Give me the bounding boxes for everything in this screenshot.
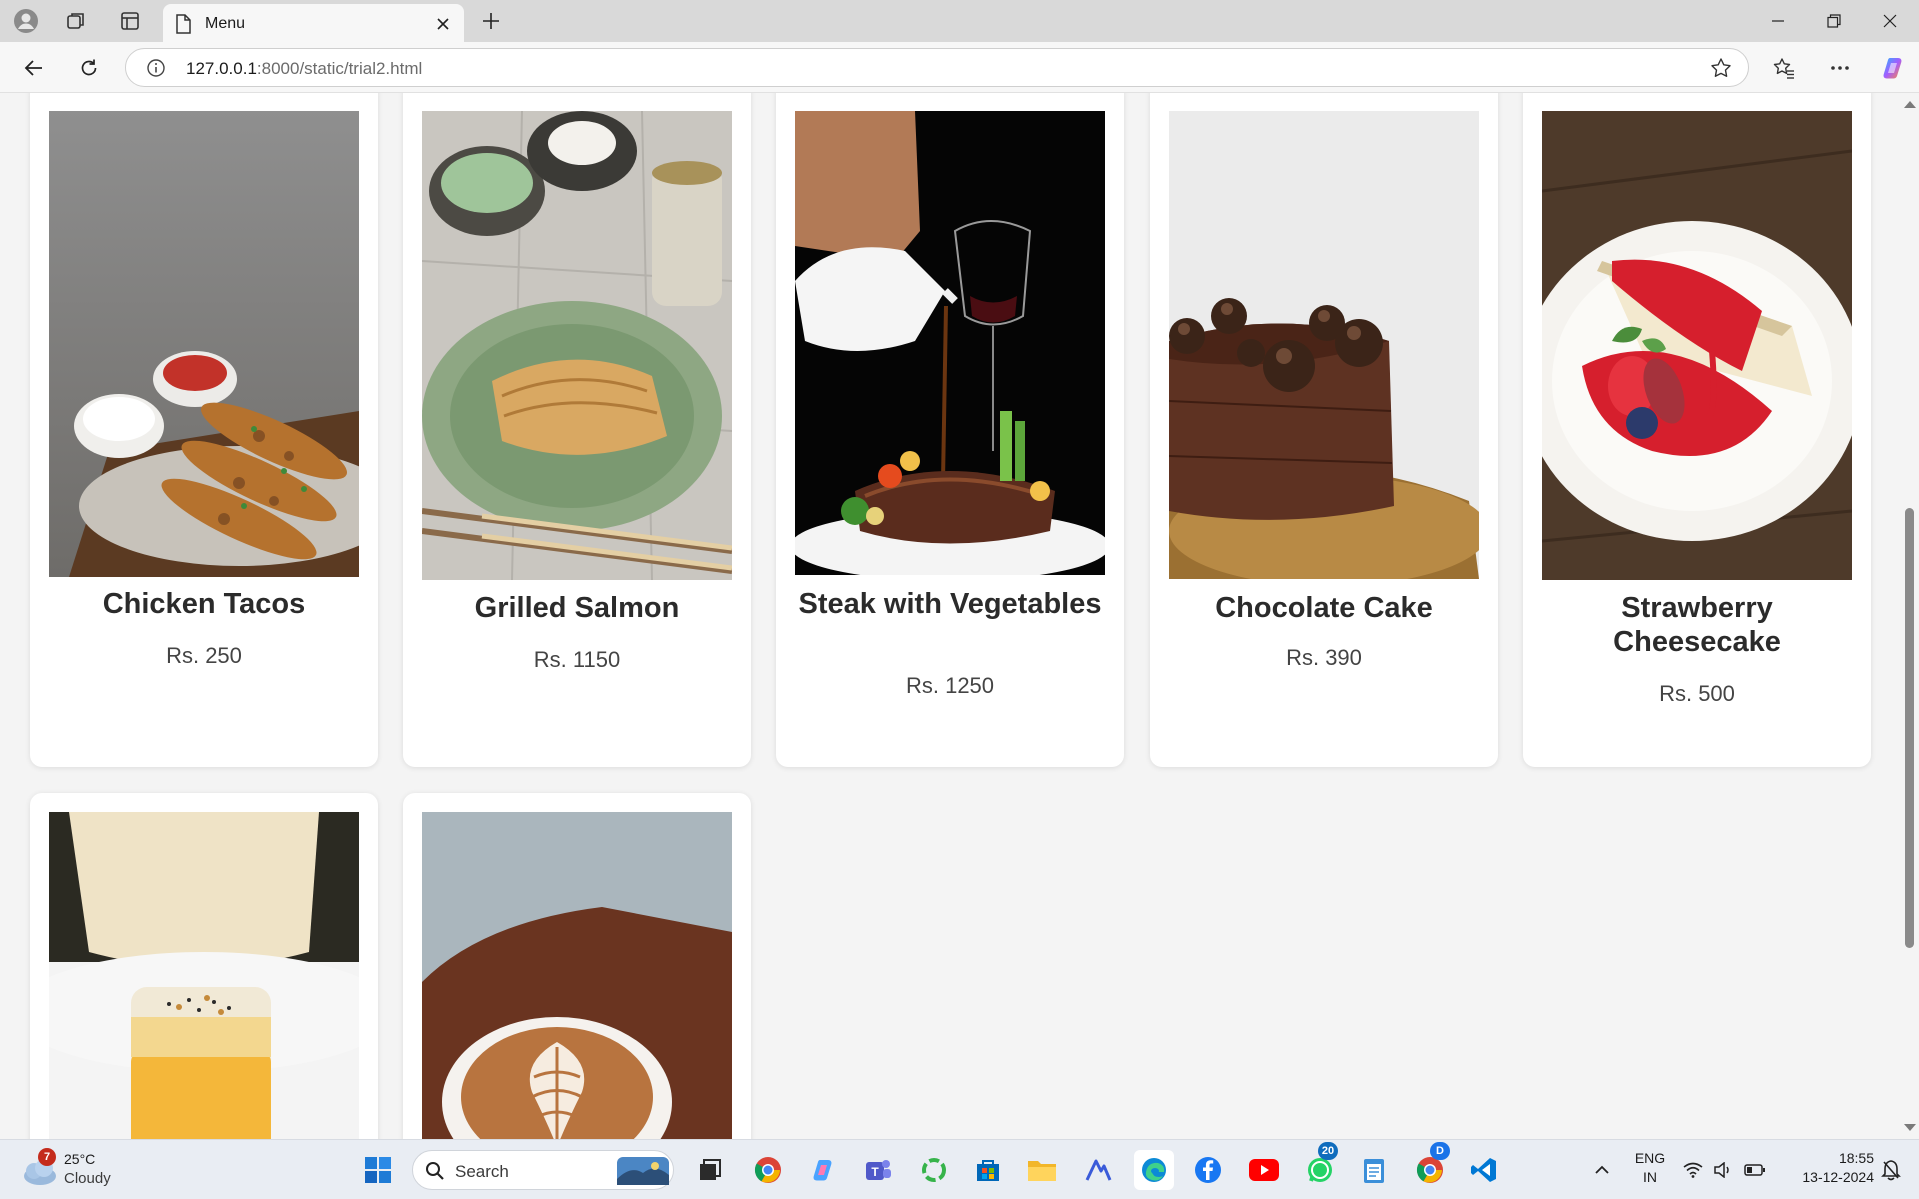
youtube-icon[interactable]	[1244, 1150, 1284, 1190]
svg-text:T: T	[871, 1165, 879, 1179]
search-icon	[426, 1162, 444, 1180]
new-tab-button[interactable]	[474, 7, 508, 35]
windows-start-icon[interactable]	[358, 1150, 398, 1190]
menu-card[interactable]	[403, 793, 751, 1139]
dish-name: Grilled Salmon	[474, 592, 680, 624]
dish-name: Steak with Vegetables	[798, 588, 1102, 620]
dish-name: Strawberry Cheesecake	[1613, 592, 1781, 658]
restore-button[interactable]	[1806, 0, 1862, 42]
menu-card[interactable]: Strawberry Cheesecake Rs. 500	[1523, 93, 1871, 767]
copilot-icon[interactable]	[1876, 50, 1912, 86]
favorite-star-icon[interactable]	[1710, 57, 1732, 84]
dish-name: Chicken Tacos	[102, 588, 306, 620]
profile-icon[interactable]	[6, 7, 46, 35]
dessert-glass-photo	[49, 812, 359, 1139]
workspaces-icon[interactable]	[56, 7, 96, 35]
chrome-icon[interactable]	[748, 1150, 788, 1190]
dish-price: Rs. 1150	[533, 647, 621, 672]
teams-icon[interactable]: T	[858, 1150, 898, 1190]
weather-condition: Cloudy	[64, 1170, 111, 1187]
volume-icon[interactable]	[1708, 1150, 1738, 1190]
taskbar-search-box[interactable]: Search	[412, 1150, 674, 1190]
weather-badge: 7	[38, 1148, 56, 1166]
search-highlight-icon	[617, 1157, 669, 1185]
facebook-icon[interactable]	[1188, 1150, 1228, 1190]
browser-toolbar: 127.0.0.1:8000/static/trial2.html	[0, 42, 1919, 93]
minimize-button[interactable]	[1750, 0, 1806, 42]
url-host: 127.0.0.1	[186, 59, 257, 78]
chicken-tacos-photo	[49, 111, 359, 577]
close-tab-icon[interactable]	[431, 12, 455, 36]
page-icon	[175, 14, 191, 39]
notification-bell-icon[interactable]	[1874, 1150, 1908, 1190]
menu-card[interactable]: Steak with Vegetables Rs. 1250	[776, 93, 1124, 767]
notepad-icon[interactable]	[1354, 1150, 1394, 1190]
battery-icon[interactable]	[1740, 1150, 1770, 1190]
windows-taskbar: 7 25°C Cloudy Search T 20 D ENG IN 18:55…	[0, 1139, 1919, 1199]
file-explorer-icon[interactable]	[1022, 1150, 1062, 1190]
microsoft-store-icon[interactable]	[968, 1150, 1008, 1190]
dish-price: Rs. 250	[166, 643, 242, 668]
scroll-up-arrow-icon[interactable]	[1904, 101, 1916, 108]
menu-card[interactable]: Grilled Salmon Rs. 1150	[403, 93, 751, 767]
weather-widget[interactable]: 7 25°C Cloudy	[20, 1148, 140, 1192]
chevron-up-icon[interactable]	[1582, 1150, 1622, 1190]
close-window-button[interactable]	[1862, 0, 1918, 42]
whatsapp-badge: 20	[1318, 1142, 1338, 1160]
dish-price: Rs. 1250	[905, 673, 995, 698]
vertical-tabs-icon[interactable]	[110, 7, 150, 35]
dish-price: Rs. 500	[1659, 681, 1735, 706]
dish-price: Rs. 390	[1286, 645, 1362, 670]
wifi-icon[interactable]	[1678, 1150, 1708, 1190]
menu-card[interactable]	[30, 793, 378, 1139]
menu-card[interactable]: Chicken Tacos Rs. 250	[30, 93, 378, 767]
grilled-salmon-photo	[422, 111, 732, 580]
refresh-button[interactable]	[71, 50, 107, 86]
strawberry-cheesecake-photo	[1542, 111, 1852, 580]
steak-with-vegetables-photo	[795, 111, 1105, 575]
browser-tab-strip: Menu	[0, 0, 1919, 42]
weather-temp: 25°C	[64, 1151, 96, 1167]
language-line-2: IN	[1643, 1169, 1657, 1185]
clock-time: 18:55	[1838, 1150, 1874, 1166]
vscode-icon[interactable]	[1464, 1150, 1504, 1190]
url-path: :8000/static/trial2.html	[256, 59, 423, 78]
scrollbar-thumb[interactable]	[1905, 508, 1914, 948]
chocolate-cake-photo	[1169, 111, 1479, 579]
page-viewport: Chicken Tacos Rs. 250 Grilled Salmon Rs.…	[0, 93, 1919, 1139]
language-indicator[interactable]: ENG IN	[1628, 1150, 1672, 1185]
vector-app-icon[interactable]	[1078, 1150, 1118, 1190]
dish-name: Chocolate Cake	[1215, 592, 1433, 624]
latte-photo	[422, 812, 732, 1139]
url-text: 127.0.0.1:8000/static/trial2.html	[186, 59, 422, 79]
chrome-profile-badge: D	[1430, 1142, 1450, 1160]
tab-menu[interactable]: Menu	[163, 4, 464, 42]
more-options-icon[interactable]	[1822, 50, 1858, 86]
address-bar[interactable]: 127.0.0.1:8000/static/trial2.html	[125, 48, 1749, 87]
page-scrollbar[interactable]	[1900, 93, 1919, 1139]
copilot-app-icon[interactable]	[804, 1150, 844, 1190]
task-view-icon[interactable]	[690, 1150, 730, 1190]
tab-title: Menu	[205, 15, 246, 32]
back-button[interactable]	[16, 50, 52, 86]
menu-card[interactable]: Chocolate Cake Rs. 390	[1150, 93, 1498, 767]
favorites-icon[interactable]	[1766, 50, 1802, 86]
scroll-down-arrow-icon[interactable]	[1904, 1124, 1916, 1131]
clock[interactable]: 18:55 13-12-2024	[1782, 1150, 1874, 1185]
sync-app-icon[interactable]	[914, 1150, 954, 1190]
search-label: Search	[455, 1162, 509, 1181]
edge-icon[interactable]	[1134, 1150, 1174, 1190]
language-line-1: ENG	[1634, 1150, 1666, 1166]
clock-date: 13-12-2024	[1802, 1169, 1874, 1185]
site-info-icon[interactable]	[146, 58, 166, 83]
